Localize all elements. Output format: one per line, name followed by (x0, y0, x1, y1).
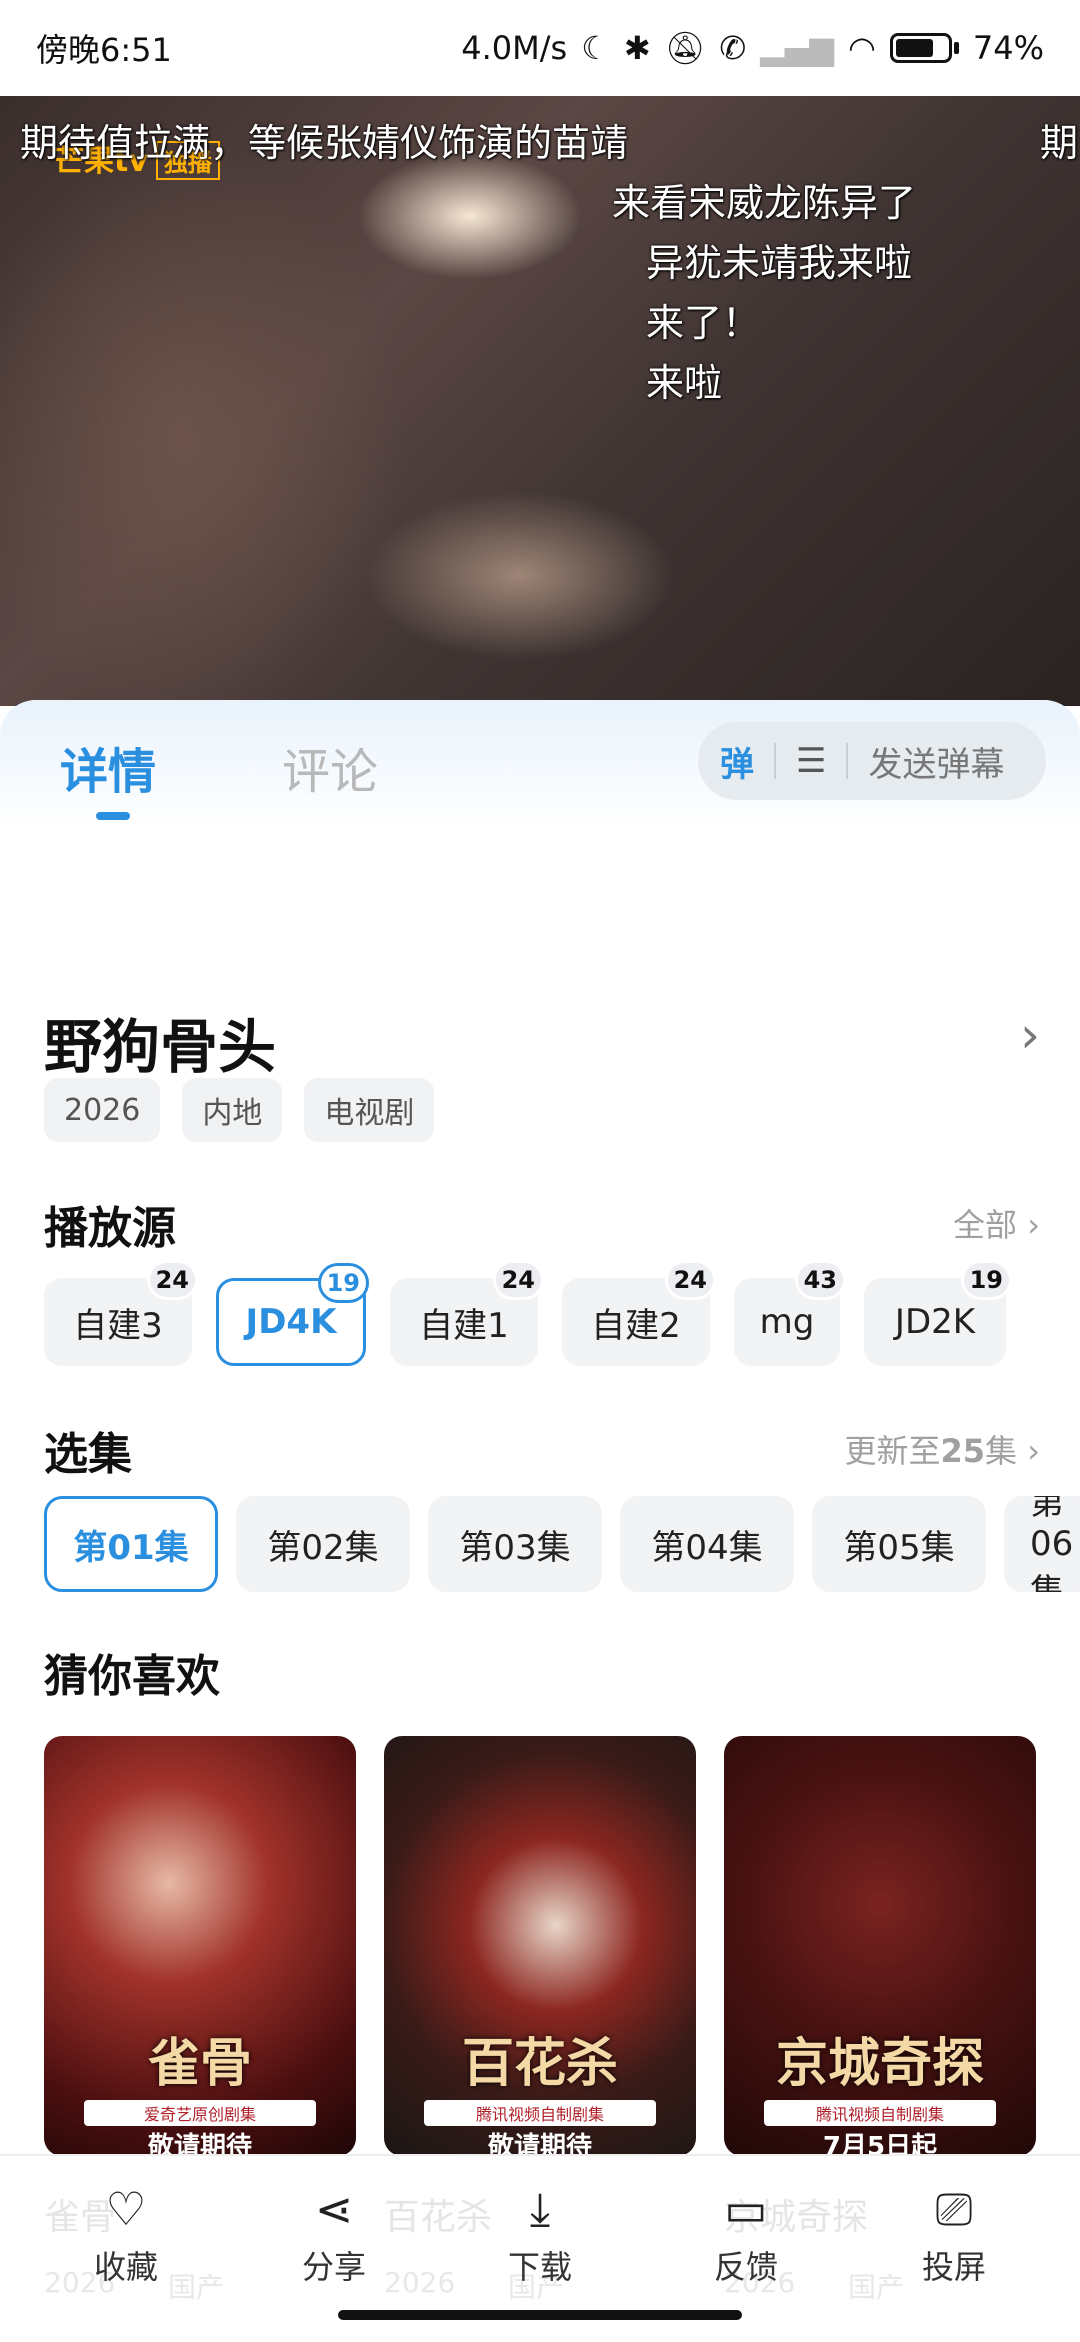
download-button[interactable]: ⤓ 下载 (480, 2184, 600, 2288)
cast-button[interactable]: ⎚ 投屏 (894, 2184, 1014, 2288)
episode-count-badge: 24 (492, 1260, 544, 1300)
episode-chip[interactable]: 第06集 (1004, 1496, 1080, 1592)
chevron-right-icon: › (1027, 1206, 1040, 1244)
episode-chip[interactable]: 第02集 (236, 1496, 410, 1592)
danmaku-comment: 来了！ (646, 301, 761, 345)
danmaku-comment: 期待值拉满，等候张婧仪饰演的苗靖 (20, 121, 629, 165)
signal-icon: ▂▄▆ (760, 29, 834, 67)
recommend-poster[interactable]: 百花杀 腾讯视频自制剧集 敬请期待 (384, 1736, 696, 2156)
feedback-button[interactable]: ▭ 反馈 (686, 2184, 806, 2288)
source-chip[interactable]: 自建3 24 (44, 1260, 198, 1366)
episodes-more-link[interactable]: 更新至25集 › (844, 1426, 1040, 1472)
source-chip[interactable]: 自建2 24 (562, 1260, 716, 1366)
cast-icon: ⎚ (935, 2182, 973, 2236)
recommend-heading: 猜你喜欢 (44, 1651, 220, 1702)
divider (774, 743, 776, 779)
send-danmaku-input[interactable]: 发送弹幕 (868, 737, 1004, 786)
download-icon: ⤓ (529, 2182, 551, 2236)
episodes-heading: 选集 (44, 1429, 132, 1480)
share-button[interactable]: ⋖ 分享 (274, 2184, 394, 2288)
tag-year: 2026 (44, 1078, 161, 1142)
source-list: 自建3 24 JD4K 19 自建1 24 自建2 24 mg 43 JD2K 19 (44, 1260, 1012, 1366)
status-icons: 4.0M/s ☾ ✱ 🔕︎ ✆ ▂▄▆ ◠ 74% (461, 29, 1044, 67)
home-indicator[interactable] (338, 2310, 742, 2320)
chevron-right-icon[interactable]: › (1020, 1006, 1040, 1064)
source-chip[interactable]: JD2K 19 (864, 1260, 1012, 1366)
poster-title: 雀骨 (147, 2034, 252, 2094)
poster-band: 爱奇艺原创剧集 (84, 2100, 316, 2126)
tab-detail[interactable]: 详情 (60, 732, 156, 820)
tag-type: 电视剧 (304, 1078, 435, 1142)
episode-count-badge: 19 (317, 1263, 369, 1303)
battery-percent: 74% (972, 29, 1044, 67)
danmaku-comment: 来看宋威龙陈异了 (612, 181, 917, 225)
episode-chip[interactable]: 第03集 (428, 1496, 602, 1592)
episode-count-badge: 24 (664, 1260, 716, 1300)
divider (846, 743, 849, 779)
danmaku-comment: 异犹未靖我来啦 (646, 241, 913, 285)
sheet-header: 详情 评论 弹 ☰ 发送弹幕 (0, 700, 1080, 830)
show-tags: 2026 内地 电视剧 (44, 1078, 435, 1142)
source-chip[interactable]: 自建1 24 (390, 1260, 544, 1366)
tag-region: 内地 (182, 1078, 283, 1142)
poster-foot: 敬请期待 (487, 2132, 592, 2156)
heart-icon: ♡ (105, 2182, 147, 2236)
phone-icon: ✆ (719, 29, 747, 67)
source-chip[interactable]: mg 43 (734, 1260, 846, 1366)
battery-icon (889, 33, 959, 63)
episode-list: 第01集 第02集 第03集 第04集 第05集 第06集 (44, 1496, 1080, 1592)
episode-count-badge: 43 (794, 1260, 846, 1300)
recommend-list: 雀骨 爱奇艺原创剧集 敬请期待 百花杀 腾讯视频自制剧集 敬请期待 京城奇探 腾… (44, 1736, 1036, 2156)
poster-band: 腾讯视频自制剧集 (764, 2100, 996, 2126)
sources-all-link[interactable]: 全部 › (953, 1200, 1040, 1246)
network-speed: 4.0M/s (461, 29, 568, 67)
tab-indicator (96, 812, 130, 820)
poster-band: 腾讯视频自制剧集 (424, 2100, 656, 2126)
moon-icon: ☾ (581, 29, 610, 67)
poster-title: 京城奇探 (775, 2034, 984, 2094)
source-chip-selected[interactable]: JD4K 19 (216, 1263, 369, 1366)
poster-foot: 敬请期待 (147, 2132, 252, 2156)
video-player[interactable]: 芒果tv 独播 期待值拉满，等候张婧仪饰演的苗靖 期 来看宋威龙陈异了 异犹未靖我… (0, 96, 1080, 706)
wifi-icon: ◠ (847, 29, 876, 67)
danmaku-toggle-button[interactable]: 弹 (720, 737, 754, 786)
recommend-name: 百花杀 (384, 2197, 493, 2238)
sources-heading: 播放源 (44, 1203, 176, 1254)
episode-chip[interactable]: 第04集 (620, 1496, 794, 1592)
episode-chip[interactable]: 第05集 (812, 1496, 986, 1592)
recommend-poster[interactable]: 雀骨 爱奇艺原创剧集 敬请期待 (44, 1736, 356, 2156)
episode-count-badge: 19 (960, 1260, 1012, 1300)
poster-foot: 7月5日起 (822, 2132, 938, 2156)
bluetooth-icon: ✱ (623, 29, 651, 67)
episode-count-badge: 24 (146, 1260, 198, 1300)
danmaku-comment: 期 (1040, 121, 1079, 165)
poster-title: 百花杀 (461, 2034, 618, 2094)
episode-chip-selected[interactable]: 第01集 (44, 1496, 218, 1592)
danmaku-comment: 来啦 (646, 361, 723, 405)
share-icon: ⋖ (314, 2182, 354, 2236)
status-time: 傍晚6:51 (36, 31, 172, 69)
detail-sheet: 详情 评论 弹 ☰ 发送弹幕 野狗骨头 › 2026 内地 电视剧 播放源 全部… (0, 700, 1080, 2260)
favorite-button[interactable]: ♡ 收藏 (66, 2184, 186, 2288)
status-bar: 傍晚6:51 4.0M/s ☾ ✱ 🔕︎ ✆ ▂▄▆ ◠ 74% (0, 0, 1080, 96)
chevron-right-icon: › (1027, 1432, 1040, 1470)
feedback-icon: ▭ (724, 2182, 768, 2236)
danmaku-bar: 弹 ☰ 发送弹幕 (698, 722, 1046, 800)
recommend-poster[interactable]: 京城奇探 腾讯视频自制剧集 7月5日起 (724, 1736, 1036, 2156)
tab-comment[interactable]: 评论 (282, 732, 378, 802)
mute-bell-icon: 🔕︎ (664, 29, 706, 67)
recommend-year: 2026 (384, 2266, 456, 2299)
danmaku-settings-icon[interactable]: ☰ (796, 741, 826, 781)
show-title: 野狗骨头 (44, 1013, 277, 1081)
